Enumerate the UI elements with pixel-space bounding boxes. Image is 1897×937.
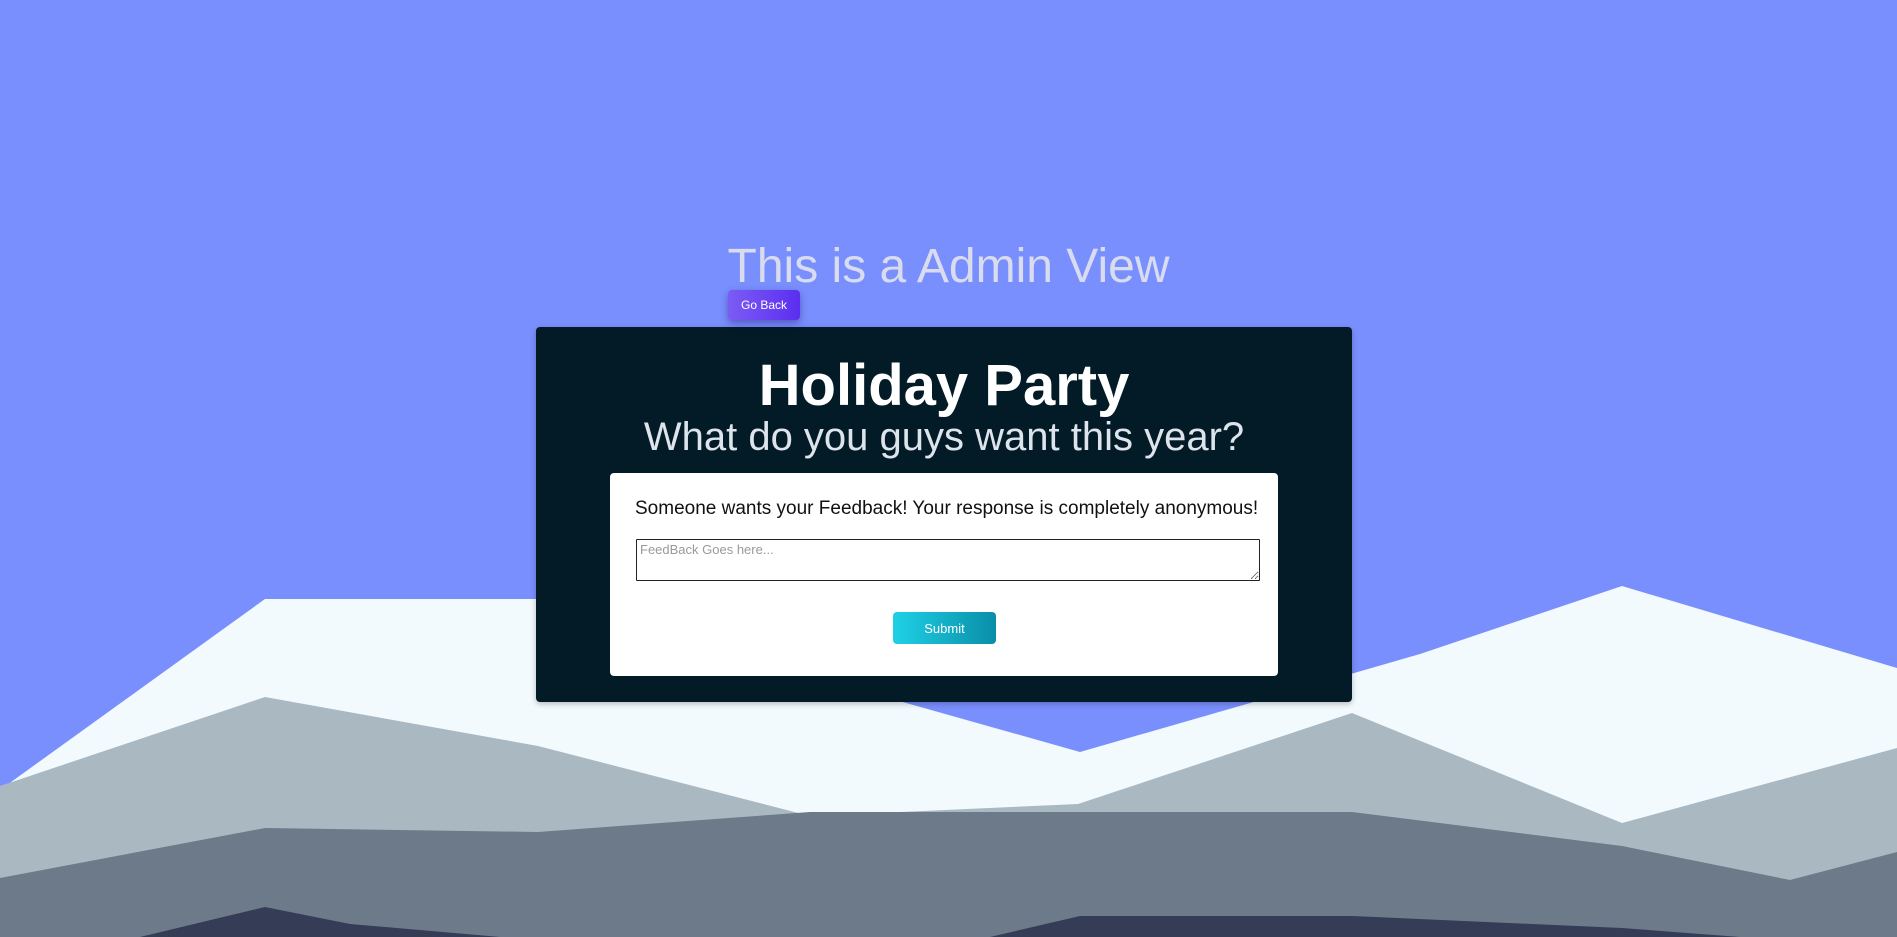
event-title: Holiday Party — [758, 353, 1130, 418]
admin-view-heading: This is a Admin View — [727, 240, 1170, 293]
event-card: Holiday Party What do you guys want this… — [536, 327, 1352, 702]
page-root: This is a Admin View Go Back Holiday Par… — [0, 0, 1897, 937]
feedback-form: Someone wants your Feedback! Your respon… — [610, 473, 1278, 676]
go-back-button[interactable]: Go Back — [728, 290, 800, 320]
event-subtitle: What do you guys want this year? — [643, 415, 1245, 459]
feedback-textarea[interactable] — [636, 539, 1260, 581]
feedback-prompt: Someone wants your Feedback! Your respon… — [635, 498, 1259, 519]
submit-button[interactable]: Submit — [893, 612, 996, 644]
